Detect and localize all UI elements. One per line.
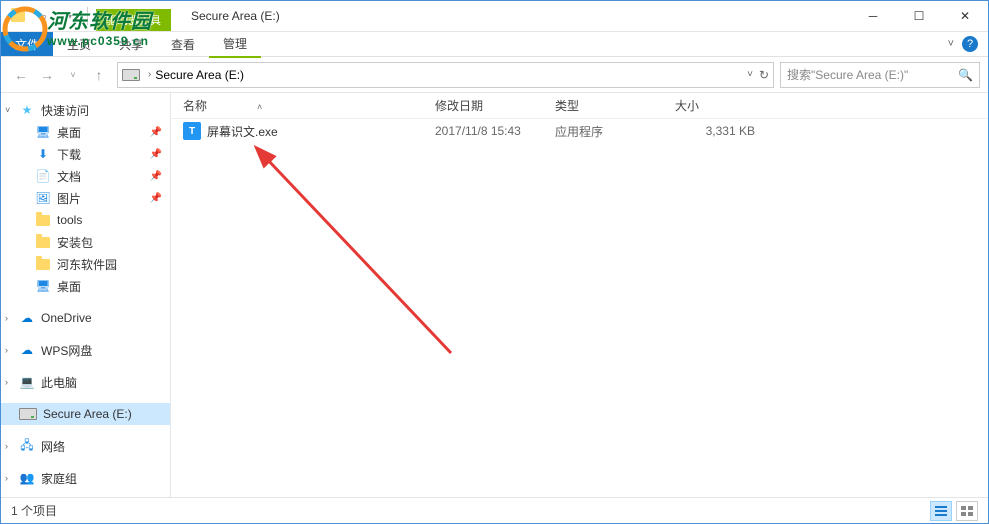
refresh-icon[interactable]: ↻ (759, 68, 769, 82)
up-button[interactable]: ↑ (87, 63, 111, 87)
chevron-right-icon[interactable]: › (5, 473, 8, 483)
pin-icon: 📌 (150, 127, 162, 138)
qat-dropdown-icon[interactable]: ▾ (59, 5, 81, 27)
sidebar-quick-access[interactable]: ˅ ★ 快速访问 (1, 99, 170, 121)
star-icon: ★ (19, 102, 35, 118)
desktop-icon: 🖥 (35, 124, 51, 140)
navigation-bar: ← → ˅ ↑ › Secure Area (E:) ˅ ↻ 搜索"Secure… (1, 57, 988, 93)
pin-icon: 📌 (150, 193, 162, 204)
folder-icon (35, 234, 51, 250)
downloads-icon: ⬇ (35, 146, 51, 162)
ribbon: 文件 主页 共享 查看 管理 ˅ ? (1, 32, 988, 57)
pictures-icon: 🖼 (35, 190, 51, 206)
status-bar: 1 个项目 (1, 497, 988, 523)
sidebar-item-pictures[interactable]: 🖼 图片 📌 (1, 187, 170, 209)
separator (87, 7, 88, 25)
sidebar-item-documents[interactable]: 📄 文档 📌 (1, 165, 170, 187)
titlebar: ▫ ▾ 驱动器工具 Secure Area (E:) ─ ☐ ✕ (1, 1, 988, 32)
quick-access-toolbar: ▫ ▾ (1, 5, 96, 27)
pin-icon: 📌 (150, 149, 162, 160)
search-input[interactable]: 搜索"Secure Area (E:)" 🔍 (780, 62, 980, 88)
sidebar-thispc[interactable]: › 💻 此电脑 (1, 371, 170, 393)
chevron-right-icon[interactable]: › (148, 69, 151, 80)
file-size: 3,331 KB (675, 124, 775, 138)
maximize-button[interactable]: ☐ (896, 1, 942, 31)
chevron-right-icon[interactable]: › (5, 441, 8, 451)
sidebar-onedrive[interactable]: › ☁ OneDrive (1, 307, 170, 329)
contextual-tab-label: 驱动器工具 (96, 9, 171, 31)
file-name: 屏幕识文.exe (207, 123, 278, 140)
navigation-pane: ˅ ★ 快速访问 🖥 桌面 📌 ⬇ 下载 📌 📄 文档 📌 🖼 图片 📌 too… (1, 93, 171, 498)
address-dropdown-icon[interactable]: ˅ (747, 69, 753, 80)
sort-indicator-icon: ˄ (257, 102, 262, 112)
ribbon-tab-share[interactable]: 共享 (105, 32, 157, 57)
app-icon: T (183, 122, 201, 140)
recent-dropdown[interactable]: ˅ (61, 63, 85, 87)
column-headers: 名称˄ 修改日期 类型 大小 (171, 93, 988, 119)
window-title: Secure Area (E:) (191, 9, 280, 23)
sidebar-item-desktop2[interactable]: 🖥 桌面 (1, 275, 170, 297)
sidebar-item-desktop[interactable]: 🖥 桌面 📌 (1, 121, 170, 143)
column-size[interactable]: 大小 (675, 97, 775, 114)
sidebar-item-hedong[interactable]: 河东软件园 (1, 253, 170, 275)
arrow-annotation (251, 143, 471, 373)
pin-icon: 📌 (150, 171, 162, 182)
minimize-button[interactable]: ─ (850, 1, 896, 31)
sidebar-secure-area[interactable]: Secure Area (E:) (1, 403, 170, 425)
forward-button[interactable]: → (35, 63, 59, 87)
column-date[interactable]: 修改日期 (435, 97, 555, 114)
chevron-right-icon[interactable]: › (5, 313, 8, 323)
address-bar[interactable]: › Secure Area (E:) ˅ ↻ (117, 62, 774, 88)
view-icons-button[interactable] (956, 501, 978, 521)
network-icon: 🖧 (19, 438, 35, 454)
search-placeholder: 搜索"Secure Area (E:)" (787, 66, 908, 83)
ribbon-tab-home[interactable]: 主页 (53, 32, 105, 57)
folder-icon (35, 212, 51, 228)
drive-icon (122, 69, 140, 81)
file-row[interactable]: T 屏幕识文.exe 2017/11/8 15:43 应用程序 3,331 KB (171, 119, 988, 143)
chevron-right-icon[interactable]: › (5, 345, 8, 355)
thispc-icon: 💻 (19, 374, 35, 390)
chevron-down-icon[interactable]: ˅ (5, 105, 10, 115)
ribbon-tab-file[interactable]: 文件 (1, 32, 53, 56)
homegroup-icon: 👥 (19, 470, 35, 486)
ribbon-tab-manage[interactable]: 管理 (209, 31, 261, 58)
folder-icon (35, 256, 51, 272)
file-date: 2017/11/8 15:43 (435, 124, 555, 138)
search-icon[interactable]: 🔍 (958, 68, 973, 82)
folder-icon[interactable] (7, 5, 29, 27)
ribbon-expand-icon[interactable]: ˅ (948, 38, 954, 50)
file-type: 应用程序 (555, 123, 675, 140)
sidebar-network[interactable]: › 🖧 网络 (1, 435, 170, 457)
window-controls: ─ ☐ ✕ (850, 1, 988, 31)
desktop-icon: 🖥 (35, 278, 51, 294)
wps-icon: ☁ (19, 342, 35, 358)
back-button[interactable]: ← (9, 63, 33, 87)
ribbon-tab-view[interactable]: 查看 (157, 32, 209, 57)
file-list[interactable]: 名称˄ 修改日期 类型 大小 T 屏幕识文.exe 2017/11/8 15:4… (171, 93, 988, 498)
properties-icon[interactable]: ▫ (33, 5, 55, 27)
help-icon[interactable]: ? (962, 36, 978, 52)
onedrive-icon: ☁ (19, 310, 35, 326)
column-type[interactable]: 类型 (555, 97, 675, 114)
sidebar-wps[interactable]: › ☁ WPS网盘 (1, 339, 170, 361)
sidebar-item-installer[interactable]: 安装包 (1, 231, 170, 253)
item-count: 1 个项目 (11, 502, 57, 519)
contextual-tab-group: 驱动器工具 (96, 1, 171, 31)
sidebar-homegroup[interactable]: › 👥 家庭组 (1, 467, 170, 489)
documents-icon: 📄 (35, 168, 51, 184)
address-segment[interactable]: Secure Area (E:) (155, 68, 244, 82)
close-button[interactable]: ✕ (942, 1, 988, 31)
column-name[interactable]: 名称˄ (183, 97, 435, 114)
chevron-right-icon[interactable]: › (5, 377, 8, 387)
sidebar-item-downloads[interactable]: ⬇ 下载 📌 (1, 143, 170, 165)
view-details-button[interactable] (930, 501, 952, 521)
sidebar-item-tools[interactable]: tools (1, 209, 170, 231)
drive-icon (19, 408, 37, 420)
